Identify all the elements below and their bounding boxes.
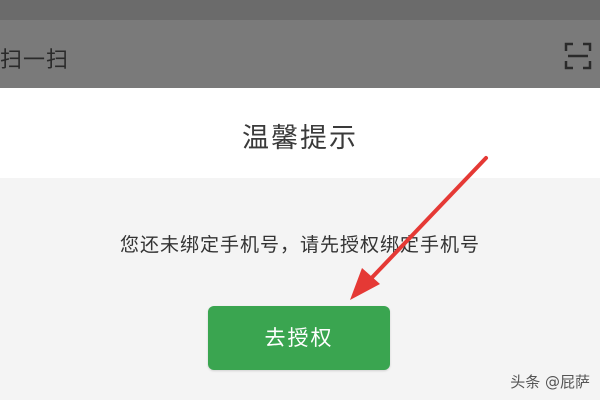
prompt-dialog: 温馨提示 您还未绑定手机号，请先授权绑定手机号 去授权: [0, 88, 600, 400]
authorize-button[interactable]: 去授权: [208, 306, 390, 370]
watermark: 头条 @屁萨: [510, 373, 590, 391]
dialog-message: 您还未绑定手机号，请先授权绑定手机号: [119, 234, 480, 256]
header-bar: 扫一扫: [0, 20, 600, 88]
screen: 扫一扫 温馨提示 您还未绑定手机号，请先授权绑定手机号 去授权 头条 @屁萨: [0, 0, 600, 400]
scan-frame-icon[interactable]: [564, 42, 592, 70]
dialog-title-area: 温馨提示: [0, 88, 600, 178]
status-bar: [0, 0, 600, 20]
dialog-title: 温馨提示: [242, 123, 358, 154]
header-title: 扫一扫: [0, 48, 70, 73]
